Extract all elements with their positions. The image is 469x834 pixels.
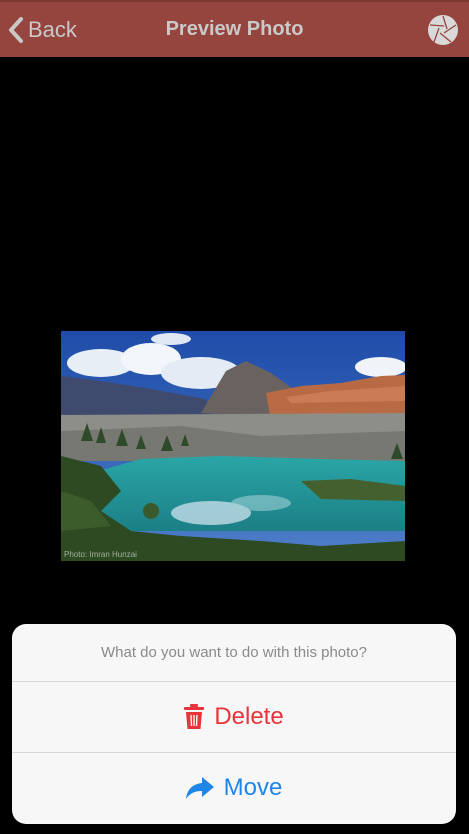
photo-credit: Photo: Imran Hunzai [64,550,137,559]
page-title: Preview Photo [165,18,304,40]
preview-photo-screen: Back Preview Photo Photo: Imran Hunzai W… [0,0,469,834]
action-sheet: What do you want to do with this photo? … [12,624,456,824]
move-label: Move [223,774,283,801]
move-button[interactable]: Move [12,752,456,823]
landscape-image [61,331,405,561]
photo-preview: Photo: Imran Hunzai [61,331,405,561]
camera-shutter-icon[interactable] [427,14,459,46]
navigation-bar: Back Preview Photo [0,0,469,57]
trash-icon [184,704,205,730]
delete-label: Delete [214,703,284,730]
share-arrow-icon [185,777,214,799]
action-sheet-message: What do you want to do with this photo? [12,624,456,682]
delete-button[interactable]: Delete [12,682,456,752]
